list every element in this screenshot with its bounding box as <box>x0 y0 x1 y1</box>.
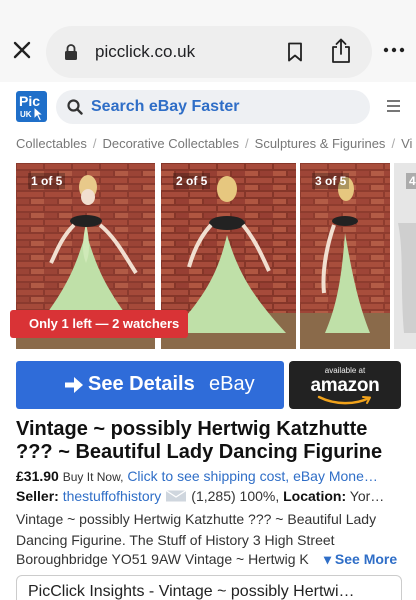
listing-title: Vintage ~ possibly Hertwig Katzhutte ???… <box>16 418 383 463</box>
ebay-money-back-link[interactable]: eBay Mone… <box>293 468 378 484</box>
breadcrumb-item[interactable]: Collectables <box>16 136 87 151</box>
amazon-available-label: available at <box>324 366 366 375</box>
stock-badge: Only 1 left — 2 watchers <box>10 310 188 338</box>
see-details-label: See Details <box>88 373 195 395</box>
amazon-logo-text: amazon <box>310 375 380 396</box>
photo-counter: 4 <box>406 173 416 189</box>
menu-icon[interactable] <box>387 99 400 113</box>
see-details-button[interactable]: See Details eBay <box>16 361 284 409</box>
amazon-smile-icon <box>317 395 371 405</box>
arrow-right-icon <box>65 377 83 393</box>
photo-counter: 3 of 5 <box>312 173 350 189</box>
insights-title: PicClick Insights - Vintage ~ possibly H… <box>28 583 355 600</box>
shipping-link[interactable]: Click to see shipping cost, <box>127 468 289 484</box>
listing-description-cont: Boroughbridge YO51 9AW Vintage ~ Hertwig… <box>16 551 309 567</box>
photo-counter: 1 of 5 <box>28 173 66 189</box>
listing-description: Vintage ~ possibly Hertwig Katzhutte ???… <box>16 511 377 548</box>
price-line: £31.90 Buy It Now, Click to see shipping… <box>16 468 412 484</box>
search-label[interactable]: Search eBay Faster <box>91 98 240 116</box>
seller-stats: (1,285) 100%, <box>191 488 280 504</box>
amazon-button[interactable]: available at amazon <box>289 361 401 409</box>
url-text[interactable]: picclick.co.uk <box>95 42 195 62</box>
price: £31.90 <box>16 468 59 484</box>
lock-icon <box>65 44 77 60</box>
close-icon[interactable] <box>12 40 32 60</box>
logo-subtext: UK <box>20 110 32 119</box>
picclick-logo[interactable]: Pic UK <box>16 91 47 122</box>
product-photo[interactable]: 4 <box>394 163 416 349</box>
search-icon[interactable] <box>67 99 83 115</box>
buy-type: Buy It Now, <box>62 470 124 484</box>
share-icon[interactable] <box>330 38 352 64</box>
more-icon[interactable] <box>383 42 405 58</box>
seller-label: Seller: <box>16 488 59 504</box>
cursor-icon <box>33 106 45 122</box>
envelope-icon[interactable] <box>165 490 187 502</box>
location-label: Location: <box>283 488 347 504</box>
breadcrumb: Collectables / Decorative Collectables / Scu… <box>16 136 413 151</box>
seller-line: Seller: thestuffofhistory (1,285) 100%, L… <box>16 488 402 504</box>
product-photo[interactable]: 3 of 5 <box>300 163 390 349</box>
breadcrumb-item[interactable]: Sculptures & Figurines <box>255 136 386 151</box>
ebay-label: eBay <box>209 373 255 395</box>
photo-counter: 2 of 5 <box>173 173 211 189</box>
bookmark-icon[interactable] <box>287 42 303 62</box>
breadcrumb-item[interactable]: Vi <box>401 136 412 151</box>
see-more-link[interactable]: ▾ See More <box>324 551 397 568</box>
seller-link[interactable]: thestuffofhistory <box>63 488 162 504</box>
location-value: Yor… <box>349 488 385 504</box>
insights-panel[interactable]: PicClick Insights - Vintage ~ possibly H… <box>16 575 402 600</box>
breadcrumb-item[interactable]: Decorative Collectables <box>102 136 239 151</box>
